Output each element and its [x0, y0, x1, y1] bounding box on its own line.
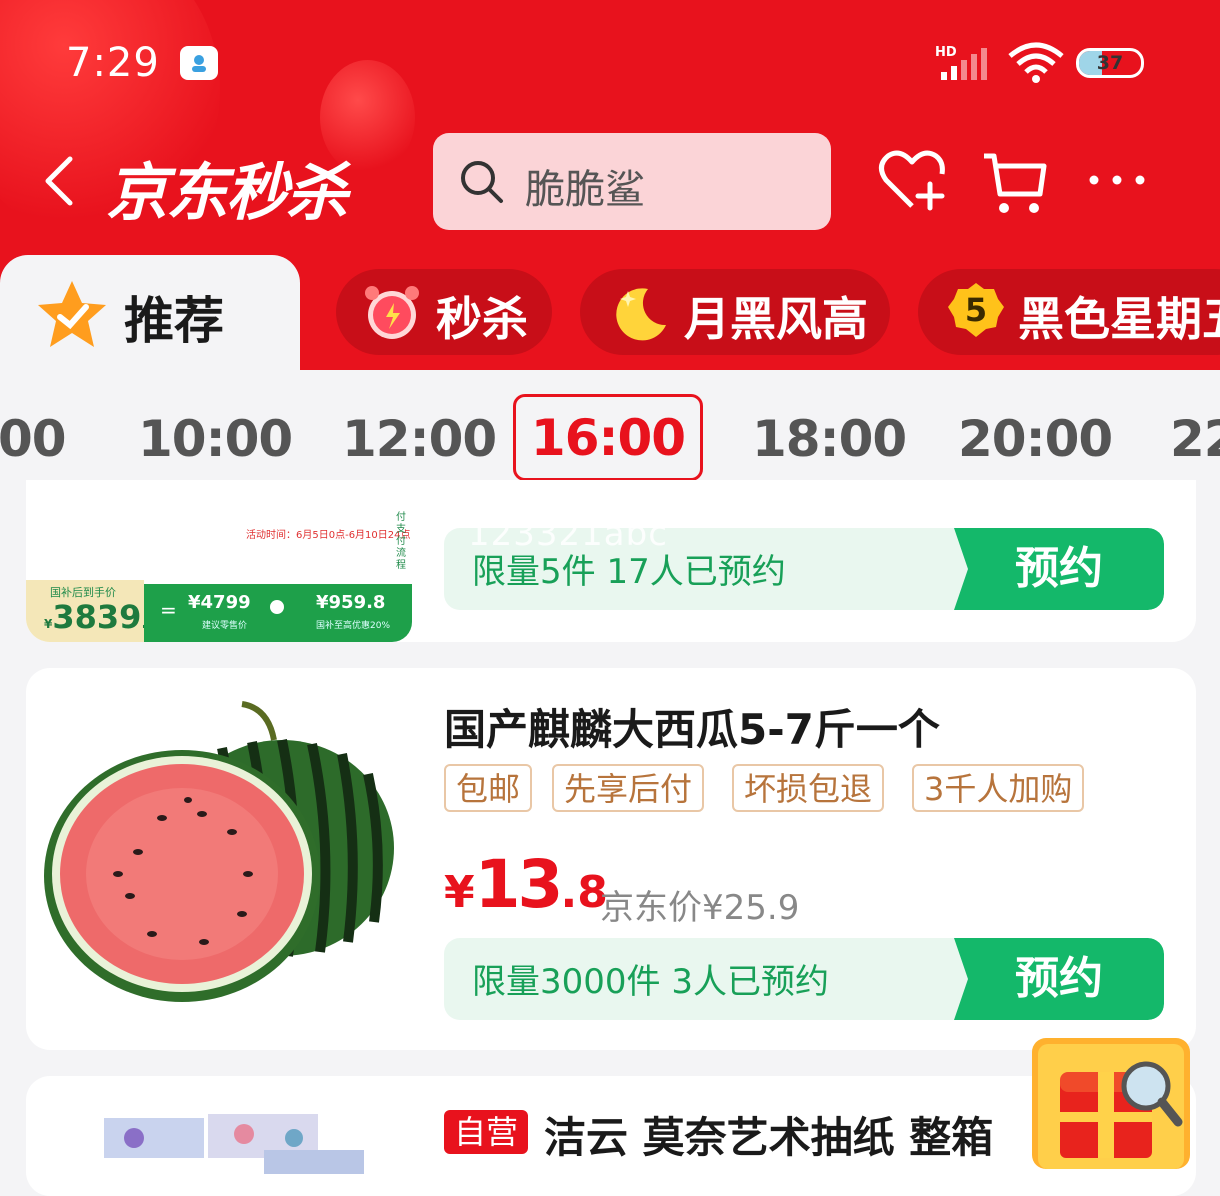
product-title[interactable]: 国产麒麟大西瓜5-7斤一个 — [444, 696, 940, 757]
search-input[interactable]: 脆脆鲨 — [525, 157, 645, 215]
watermelon-image — [44, 701, 394, 1002]
search-icon — [461, 161, 503, 203]
time-slot-active[interactable]: 16:00 — [513, 394, 703, 481]
product-title[interactable]: 洁云 莫奈艺术抽纸 整箱 — [544, 1104, 993, 1165]
product-card[interactable]: 活动时间：6月5日0点-6月10日24点 付支付流程 国补后到手价 ¥3839.… — [26, 480, 1196, 642]
tab-label: 黑色星期五 — [1018, 292, 1220, 346]
reserve-button[interactable]: 预约 — [954, 938, 1164, 1020]
brand-logo: 京东秒杀 — [106, 156, 348, 229]
time-slot[interactable]: 12:00 — [342, 410, 497, 468]
status-time: 7:29 — [66, 40, 160, 86]
tag-pay-later: 先享后付 — [552, 764, 705, 812]
subsidy-note: 国补至高优惠20% — [316, 621, 391, 631]
final-price: ¥3839.2 — [44, 598, 159, 636]
watermark: 123321abc — [468, 514, 668, 554]
back-button[interactable] — [42, 155, 76, 211]
product-card[interactable]: 自营 洁云 莫奈艺术抽纸 整箱 — [26, 1076, 1196, 1196]
tab-recommend[interactable]: 推荐 — [0, 255, 300, 370]
tab-label: 月黑风高 — [684, 292, 868, 346]
favorite-button[interactable] — [878, 148, 948, 218]
suggested-price: ¥4799 — [188, 592, 251, 613]
battery-indicator: 37 — [1076, 48, 1144, 78]
signal-icon: HD — [935, 44, 993, 86]
alarm-clock-icon — [365, 286, 419, 339]
wifi-icon — [1008, 42, 1064, 88]
product-card[interactable]: 国产麒麟大西瓜5-7斤一个 包邮 先享后付 坏损包退 3千人加购 ¥13.8 京… — [26, 668, 1196, 1050]
subsidy-amount: ¥959.8 — [316, 592, 386, 613]
heart-plus-icon — [879, 150, 945, 211]
product-promo-image: 活动时间：6月5日0点-6月10日24点 付支付流程 国补后到手价 ¥3839.… — [26, 510, 412, 642]
tissue-product-image — [104, 1114, 364, 1174]
original-price: 京东价¥25.9 — [600, 888, 800, 928]
promo-side-text: 付支付流程 — [396, 512, 406, 571]
time-slot[interactable]: 10:00 — [138, 410, 293, 468]
tab-dark-night[interactable]: 月黑风高 — [580, 269, 890, 355]
badge-5-icon: 5 — [948, 283, 1004, 337]
more-icon — [1089, 175, 1145, 185]
promo-top: 活动时间：6月5日0点-6月10日24点 付支付流程 — [26, 510, 412, 588]
svg-text:5: 5 — [965, 291, 987, 329]
time-slot[interactable]: 18:00 — [752, 410, 907, 468]
more-button[interactable] — [1088, 172, 1146, 192]
seckill-price: ¥13.8 — [444, 846, 608, 923]
treasure-chest-icon — [1038, 1044, 1184, 1169]
tag-cart-count: 3千人加购 — [912, 764, 1085, 812]
category-tabs: 推荐 秒杀 月黑风高 5 黑色星期五 — [0, 255, 1220, 370]
search-box[interactable]: 脆脆鲨 — [433, 133, 831, 230]
equals-sign: = — [160, 598, 177, 622]
back-arrow-icon — [45, 156, 73, 206]
suggested-label: 建议零售价 — [202, 621, 248, 631]
price-breakdown: = ¥4799 建议零售价 ¥959.8 国补至高优惠20% — [144, 584, 412, 642]
self-operated-badge: 自营 — [444, 1110, 529, 1154]
reserve-bar: 限量3000件 3人已预约 预约 — [444, 938, 1164, 1020]
battery-level: 37 — [1096, 52, 1124, 74]
time-slot[interactable]: 00 — [0, 410, 67, 468]
header: 7:29 HD 37 京东秒杀 脆脆鲨 推荐 秒杀 月黑风高 5 黑色星期 — [0, 0, 1220, 370]
status-bar: 7:29 HD 37 — [0, 0, 1220, 110]
tag-free-shipping: 包邮 — [444, 764, 533, 812]
svg-text:HD: HD — [935, 45, 957, 60]
app-notification-icon — [180, 46, 218, 80]
minus-icon — [270, 600, 284, 614]
tab-flash-sale[interactable]: 秒杀 — [336, 269, 552, 355]
tag-damage-refund: 坏损包退 — [732, 764, 885, 812]
tab-label: 秒杀 — [436, 292, 528, 346]
reserve-button[interactable]: 预约 — [954, 528, 1164, 610]
subsidy-price-box: 国补后到手价 ¥3839.2 — [26, 580, 159, 642]
time-slot[interactable]: 20:00 — [958, 410, 1113, 468]
floating-treasure-button[interactable] — [1032, 1038, 1190, 1169]
tab-label: 推荐 — [124, 292, 224, 350]
activity-time: 活动时间：6月5日0点-6月10日24点 — [246, 530, 411, 541]
cart-button[interactable] — [982, 150, 1048, 220]
moon-icon — [616, 288, 666, 341]
tab-black-friday[interactable]: 5 黑色星期五 — [918, 269, 1220, 355]
limit-info: 限量3000件 3人已预约 — [472, 962, 829, 1002]
cart-icon — [984, 153, 1047, 213]
star-check-icon — [38, 281, 106, 347]
time-slot[interactable]: 22 — [1170, 410, 1220, 468]
